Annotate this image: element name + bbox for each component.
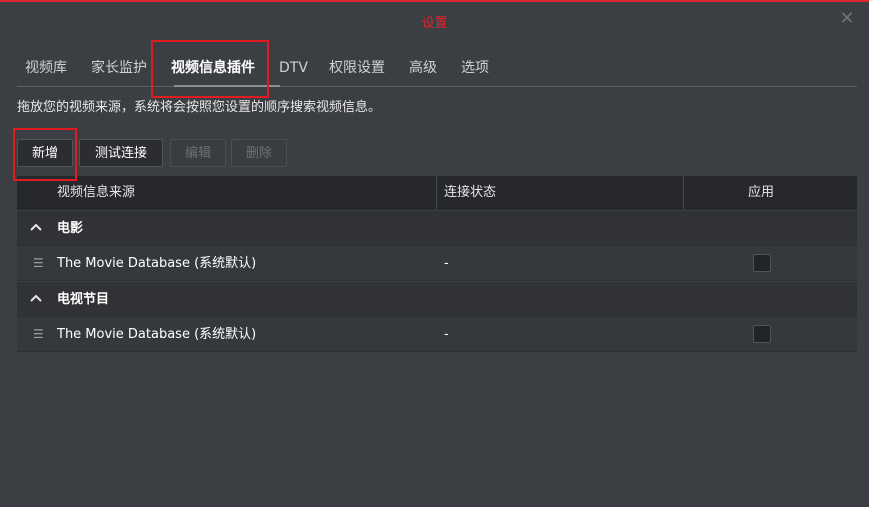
drag-handle-icon[interactable]: ☰ xyxy=(33,246,44,281)
apply-checkbox[interactable] xyxy=(753,254,771,272)
source-name: The Movie Database (系统默认) xyxy=(57,327,257,342)
window-top-accent xyxy=(0,0,869,2)
active-tab-indicator xyxy=(174,85,280,87)
chevron-up-icon[interactable] xyxy=(30,211,44,246)
tab-privileges[interactable]: 权限设置 xyxy=(329,56,385,80)
column-divider xyxy=(683,176,684,210)
test-connection-button[interactable]: 测试连接 xyxy=(79,139,163,167)
chevron-up-icon[interactable] xyxy=(30,282,44,317)
header-source[interactable]: 视频信息来源 xyxy=(57,176,135,210)
delete-button[interactable]: 删除 xyxy=(231,139,287,167)
column-divider xyxy=(436,176,437,210)
tab-video-info-plugin[interactable]: 视频信息插件 xyxy=(171,56,255,80)
table-header: 视频信息来源 连接状态 应用 xyxy=(17,176,857,210)
table-row[interactable]: ☰ The Movie Database (系统默认) - xyxy=(17,317,857,352)
tab-dtv[interactable]: DTV xyxy=(279,56,308,80)
tab-bar: 视频库 家长监护 视频信息插件 DTV 权限设置 高级 选项 xyxy=(17,56,857,87)
connection-status: - xyxy=(444,256,449,271)
add-button[interactable]: 新增 xyxy=(17,139,73,167)
table-row[interactable]: ☰ The Movie Database (系统默认) - xyxy=(17,246,857,281)
group-row-tv-shows[interactable]: 电视节目 xyxy=(17,282,857,317)
header-status[interactable]: 连接状态 xyxy=(444,176,496,210)
window-title: 设置 xyxy=(421,16,448,31)
tab-video-library[interactable]: 视频库 xyxy=(25,56,67,80)
header-apply[interactable]: 应用 xyxy=(748,176,774,210)
apply-checkbox[interactable] xyxy=(753,325,771,343)
tab-options[interactable]: 选项 xyxy=(461,56,489,80)
source-name: The Movie Database (系统默认) xyxy=(57,256,257,271)
tab-parental-control[interactable]: 家长监护 xyxy=(91,56,147,80)
connection-status: - xyxy=(444,327,449,342)
group-row-movies[interactable]: 电影 xyxy=(17,211,857,246)
tab-advanced[interactable]: 高级 xyxy=(409,56,437,80)
edit-button[interactable]: 编辑 xyxy=(170,139,226,167)
instruction-text: 拖放您的视频来源，系统将会按照您设置的顺序搜索视频信息。 xyxy=(17,100,382,115)
group-label: 电视节目 xyxy=(57,292,110,307)
drag-handle-icon[interactable]: ☰ xyxy=(33,317,44,352)
close-icon[interactable]: ✕ xyxy=(838,10,856,28)
group-label: 电影 xyxy=(57,221,84,236)
